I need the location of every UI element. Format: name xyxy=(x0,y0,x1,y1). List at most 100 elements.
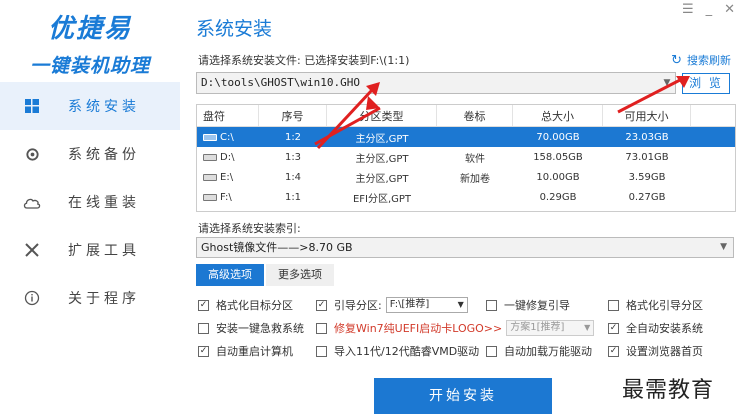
refresh-link[interactable]: ↻ 搜索刷新 xyxy=(671,52,731,68)
options-row: 安装一键急救系统 修复Win7纯UEFI启动卡LOGO>> 方案1[推荐] ▼ ✓… xyxy=(198,317,736,340)
sidebar-item-extension-tools[interactable]: 扩展工具 xyxy=(0,226,180,274)
option-label: 设置浏览器首页 xyxy=(626,345,703,358)
table-cell: 70.00GB xyxy=(536,131,580,143)
option-label: 安装一键急救系统 xyxy=(216,322,304,335)
table-row[interactable]: D:\ 1:3 主分区,GPT 软件 158.05GB 73.01GB xyxy=(197,147,735,167)
option-label: 格式化目标分区 xyxy=(216,299,293,312)
checkbox-checked[interactable]: ✓ xyxy=(608,322,619,334)
table-cell: 1:1 xyxy=(284,191,302,203)
rescue-system-option[interactable]: 安装一键急救系统 xyxy=(198,320,304,336)
option-label: 一键修复引导 xyxy=(504,299,570,312)
option-label: 格式化引导分区 xyxy=(626,299,703,312)
table-row[interactable]: C:\ 1:2 主分区,GPT 70.00GB 23.03GB xyxy=(197,127,735,147)
checkbox-checked[interactable]: ✓ xyxy=(316,299,327,311)
table-header: 盘符 序号 分区类型 卷标 总大小 可用大小 xyxy=(197,105,735,127)
auto-driver-option[interactable]: 自动加载万能驱动 xyxy=(486,343,592,359)
chevron-down-icon[interactable]: ▼ xyxy=(658,72,676,94)
backup-icon xyxy=(22,144,42,164)
index-select[interactable]: Ghost镜像文件——>8.70 GB ▼ xyxy=(196,237,734,258)
options-panel: ✓ 格式化目标分区 ✓ 引导分区: F:\[推荐] ▼ 一键修复引导 格式化引导分… xyxy=(198,294,736,363)
sidebar-nav: 系统安装 系统备份 在线重装 扩展工具 关于程序 xyxy=(0,82,180,322)
drive-icon xyxy=(203,133,217,141)
table-cell xyxy=(437,127,513,147)
sidebar-item-online-reinstall[interactable]: 在线重装 xyxy=(0,178,180,226)
drive-icon xyxy=(203,173,217,181)
sidebar-item-about[interactable]: 关于程序 xyxy=(0,274,180,322)
sidebar-item-system-install[interactable]: 系统安装 xyxy=(0,82,180,130)
table-cell: 1:2 xyxy=(284,131,302,143)
index-select-value: Ghost镜像文件——>8.70 GB xyxy=(201,241,353,254)
format-boot-option[interactable]: 格式化引导分区 xyxy=(608,297,703,313)
drive-icon xyxy=(203,153,217,161)
chevron-down-icon: ▼ xyxy=(584,323,591,332)
main-panel: 系统安装 请选择系统安装文件: 已选择安装到F:\(1:1) ↻ 搜索刷新 D:… xyxy=(196,0,736,420)
checkbox[interactable] xyxy=(316,345,327,357)
cloud-icon xyxy=(22,192,42,212)
sidebar-item-label: 系统备份 xyxy=(68,147,140,163)
boot-partition-option[interactable]: ✓ 引导分区: F:\[推荐] ▼ xyxy=(316,297,468,313)
tools-icon xyxy=(22,240,42,260)
table-cell: 73.01GB xyxy=(625,151,669,163)
repair-boot-option[interactable]: 一键修复引导 xyxy=(486,297,570,313)
drive-icon xyxy=(203,193,217,201)
page-title: 系统安装 xyxy=(196,18,273,40)
drive-cell: E:\ xyxy=(197,167,259,187)
table-cell: 158.05GB xyxy=(533,151,583,163)
set-homepage-option[interactable]: ✓ 设置浏览器首页 xyxy=(608,343,703,359)
chevron-down-icon: ▼ xyxy=(457,300,464,309)
column-header: 可用大小 xyxy=(603,105,691,126)
auto-restart-option[interactable]: ✓ 自动重启计算机 xyxy=(198,343,293,359)
table-cell: 主分区,GPT xyxy=(355,153,409,165)
drive-cell: F:\ xyxy=(197,187,259,207)
boot-partition-select[interactable]: F:\[推荐] ▼ xyxy=(385,297,468,313)
brand-logo: 优捷易 一键装机助理 xyxy=(0,8,180,78)
fix-uefi-logo-option[interactable]: 修复Win7纯UEFI启动卡LOGO>> 方案1[推荐] ▼ xyxy=(316,320,595,336)
checkbox[interactable] xyxy=(316,322,327,334)
table-cell: EFI分区,GPT xyxy=(352,193,412,205)
table-cell: 3.59GB xyxy=(628,171,666,183)
select-value: F:\[推荐] xyxy=(389,299,430,310)
column-header: 总大小 xyxy=(513,105,603,126)
table-row[interactable]: E:\ 1:4 主分区,GPT 新加卷 10.00GB 3.59GB xyxy=(197,167,735,187)
table-cell: 1:4 xyxy=(284,171,302,183)
image-path-input[interactable]: D:\tools\GHOST\win10.GHO xyxy=(196,72,676,94)
table-row[interactable]: F:\ 1:1 EFI分区,GPT 0.29GB 0.27GB xyxy=(197,187,735,207)
option-label: 导入11代/12代酷睿VMD驱动 xyxy=(334,345,480,358)
checkbox-checked[interactable]: ✓ xyxy=(198,345,209,357)
table-cell: 0.29GB xyxy=(539,191,577,203)
format-target-option[interactable]: ✓ 格式化目标分区 xyxy=(198,297,293,313)
tab-more-options[interactable]: 更多选项 xyxy=(266,264,334,286)
sidebar-item-label: 在线重装 xyxy=(68,195,140,211)
refresh-label: 搜索刷新 xyxy=(687,54,731,67)
sidebar-item-system-backup[interactable]: 系统备份 xyxy=(0,130,180,178)
sidebar-item-label: 扩展工具 xyxy=(68,243,140,259)
drive-letter: E:\ xyxy=(220,171,234,183)
checkbox[interactable] xyxy=(486,299,497,311)
option-label: 引导分区: xyxy=(334,299,382,312)
refresh-icon: ↻ xyxy=(671,52,682,68)
browse-button[interactable]: 浏 览 xyxy=(682,73,730,94)
start-install-button[interactable]: 开始安装 xyxy=(374,378,552,414)
table-cell: 软件 xyxy=(465,153,485,165)
checkbox-checked[interactable]: ✓ xyxy=(198,299,209,311)
checkbox[interactable] xyxy=(198,322,209,334)
fix-logo-plan-select[interactable]: 方案1[推荐] ▼ xyxy=(506,320,595,336)
column-header: 分区类型 xyxy=(327,105,437,126)
auto-install-option[interactable]: ✓ 全自动安装系统 xyxy=(608,320,703,336)
table-cell: 10.00GB xyxy=(536,171,580,183)
table-cell xyxy=(437,187,513,207)
table-cell: 1:3 xyxy=(284,151,302,163)
checkbox-checked[interactable]: ✓ xyxy=(608,345,619,357)
tab-advanced-options[interactable]: 高级选项 xyxy=(196,264,264,286)
checkbox[interactable] xyxy=(486,345,497,357)
drive-letter: C:\ xyxy=(220,131,234,143)
checkbox[interactable] xyxy=(608,299,619,311)
info-icon xyxy=(22,288,42,308)
option-label: 修复Win7纯UEFI启动卡LOGO>> xyxy=(334,322,503,335)
sidebar-item-label: 系统安装 xyxy=(68,99,140,115)
index-label: 请选择系统安装索引: xyxy=(198,222,301,235)
import-vmd-option[interactable]: 导入11代/12代酷睿VMD驱动 xyxy=(316,343,479,359)
table-cell: 新加卷 xyxy=(460,173,490,185)
windows-icon xyxy=(22,96,42,116)
option-label: 自动重启计算机 xyxy=(216,345,293,358)
